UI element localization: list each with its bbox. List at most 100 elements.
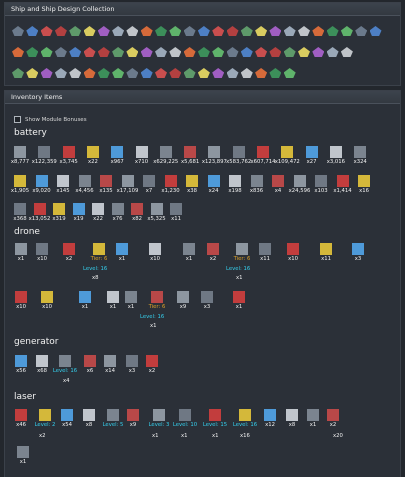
battery-item[interactable]: x4 — [268, 175, 288, 194]
ship-icon[interactable] — [297, 25, 311, 37]
drone-item[interactable]: x1 — [11, 243, 31, 262]
ship-icon[interactable] — [268, 67, 282, 79]
battery-item[interactable]: x103 — [311, 175, 331, 194]
ship-icon[interactable] — [326, 25, 340, 37]
ship-icon[interactable] — [226, 67, 240, 79]
battery-item[interactable]: x82 — [127, 203, 147, 222]
ship-icon[interactable] — [97, 67, 111, 79]
ship-icon[interactable] — [340, 25, 354, 37]
laser-item[interactable]: x12 — [260, 409, 280, 428]
ship-icon[interactable] — [254, 46, 268, 58]
ship-icon[interactable] — [254, 25, 268, 37]
battery-item[interactable]: x319 — [49, 203, 69, 222]
battery-item[interactable]: x1,905 — [10, 175, 30, 194]
ship-icon[interactable] — [311, 25, 325, 37]
ship-icon[interactable] — [283, 25, 297, 37]
generator-item[interactable]: x2 — [142, 355, 162, 374]
ship-icon[interactable] — [40, 25, 54, 37]
battery-item[interactable]: x3,016 — [326, 146, 346, 165]
battery-item[interactable]: x5,681 — [180, 146, 200, 165]
ship-icon[interactable] — [25, 25, 39, 37]
ship-icon[interactable] — [326, 46, 340, 58]
ship-icon[interactable] — [11, 67, 25, 79]
battery-item[interactable]: x1,230 — [161, 175, 181, 194]
battery-item[interactable]: x109,472 — [275, 146, 300, 165]
ship-icon[interactable] — [125, 46, 139, 58]
battery-item[interactable]: x9,020 — [32, 175, 52, 194]
laser-item[interactable]: x1 — [303, 409, 323, 428]
battery-item[interactable]: x710 — [132, 146, 152, 165]
laser-item[interactable]: Level: 3 — [149, 409, 169, 428]
ship-icon[interactable] — [240, 67, 254, 79]
ship-icon[interactable] — [240, 46, 254, 58]
drone-item[interactable]: Tier: 6 — [232, 243, 252, 262]
ship-icon[interactable] — [211, 25, 225, 37]
battery-item[interactable]: x122,359 — [32, 146, 57, 165]
generator-item[interactable]: x56 — [11, 355, 31, 374]
battery-item[interactable]: x24,596 — [289, 175, 310, 194]
ship-icon[interactable] — [97, 25, 111, 37]
battery-item[interactable]: x583,762 — [226, 146, 251, 165]
ship-icon[interactable] — [154, 67, 168, 79]
ship-icon[interactable] — [226, 46, 240, 58]
drone-item[interactable]: x2 — [203, 243, 223, 262]
battery-item[interactable]: x13,052 — [29, 203, 50, 222]
ship-icon[interactable] — [25, 67, 39, 79]
battery-item[interactable]: x1,414 — [333, 175, 353, 194]
drone-item[interactable]: x10 — [32, 243, 52, 262]
drone-item[interactable]: Tier: 6 — [89, 243, 109, 262]
laser-item[interactable]: x46 — [11, 409, 31, 428]
generator-item[interactable]: x6 — [80, 355, 100, 374]
laser-item[interactable]: x9 — [123, 409, 143, 428]
drone-item[interactable]: x1 — [179, 243, 199, 262]
laser-item[interactable]: Level: 5 — [103, 409, 123, 428]
ship-icon[interactable] — [111, 25, 125, 37]
battery-item[interactable]: x607,714 — [250, 146, 276, 165]
battery-item[interactable]: x8,777 — [10, 146, 30, 165]
generator-item[interactable]: Level: 16 — [53, 355, 77, 374]
battery-item[interactable]: x11 — [166, 203, 186, 222]
drone-item[interactable]: x1 — [103, 291, 123, 310]
laser-item[interactable]: x1 — [13, 446, 33, 465]
drone-item[interactable]: x10 — [11, 291, 31, 310]
drone-item[interactable]: x1 — [121, 291, 141, 310]
drone-item[interactable]: Tier: 6 — [147, 291, 167, 310]
ship-icon[interactable] — [197, 67, 211, 79]
battery-item[interactable]: x135 — [96, 175, 116, 194]
battery-item[interactable]: x27 — [302, 146, 322, 165]
ship-icon[interactable] — [140, 25, 154, 37]
ship-icon[interactable] — [154, 46, 168, 58]
battery-item[interactable]: x368 — [10, 203, 30, 222]
ship-icon[interactable] — [168, 25, 182, 37]
laser-item[interactable]: x2 — [323, 409, 343, 428]
drone-item[interactable]: x3 — [197, 291, 217, 310]
ship-icon[interactable] — [254, 67, 268, 79]
ship-icon[interactable] — [68, 67, 82, 79]
ship-icon[interactable] — [197, 25, 211, 37]
drone-item[interactable]: x3 — [348, 243, 368, 262]
drone-item[interactable]: x11 — [255, 243, 275, 262]
drone-item[interactable]: x1 — [112, 243, 132, 262]
ship-icon[interactable] — [125, 25, 139, 37]
module-bonus-checkbox[interactable] — [14, 116, 21, 123]
generator-item[interactable]: x14 — [100, 355, 120, 374]
ship-icon[interactable] — [97, 46, 111, 58]
battery-item[interactable]: x19 — [69, 203, 89, 222]
ship-icon[interactable] — [11, 25, 25, 37]
ship-icon[interactable] — [111, 46, 125, 58]
battery-item[interactable]: x629,225 — [153, 146, 178, 165]
ship-icon[interactable] — [283, 67, 297, 79]
battery-item[interactable]: x4,456 — [75, 175, 95, 194]
battery-item[interactable]: x22 — [83, 146, 103, 165]
ship-icon[interactable] — [183, 25, 197, 37]
ship-icon[interactable] — [197, 46, 211, 58]
ship-icon[interactable] — [54, 67, 68, 79]
ship-icon[interactable] — [140, 67, 154, 79]
ship-icon[interactable] — [68, 25, 82, 37]
ship-icon[interactable] — [140, 46, 154, 58]
ship-icon[interactable] — [11, 46, 25, 58]
laser-item[interactable]: x8 — [282, 409, 302, 428]
ship-icon[interactable] — [340, 46, 354, 58]
drone-item[interactable]: x1 — [75, 291, 95, 310]
battery-item[interactable]: x7 — [139, 175, 159, 194]
